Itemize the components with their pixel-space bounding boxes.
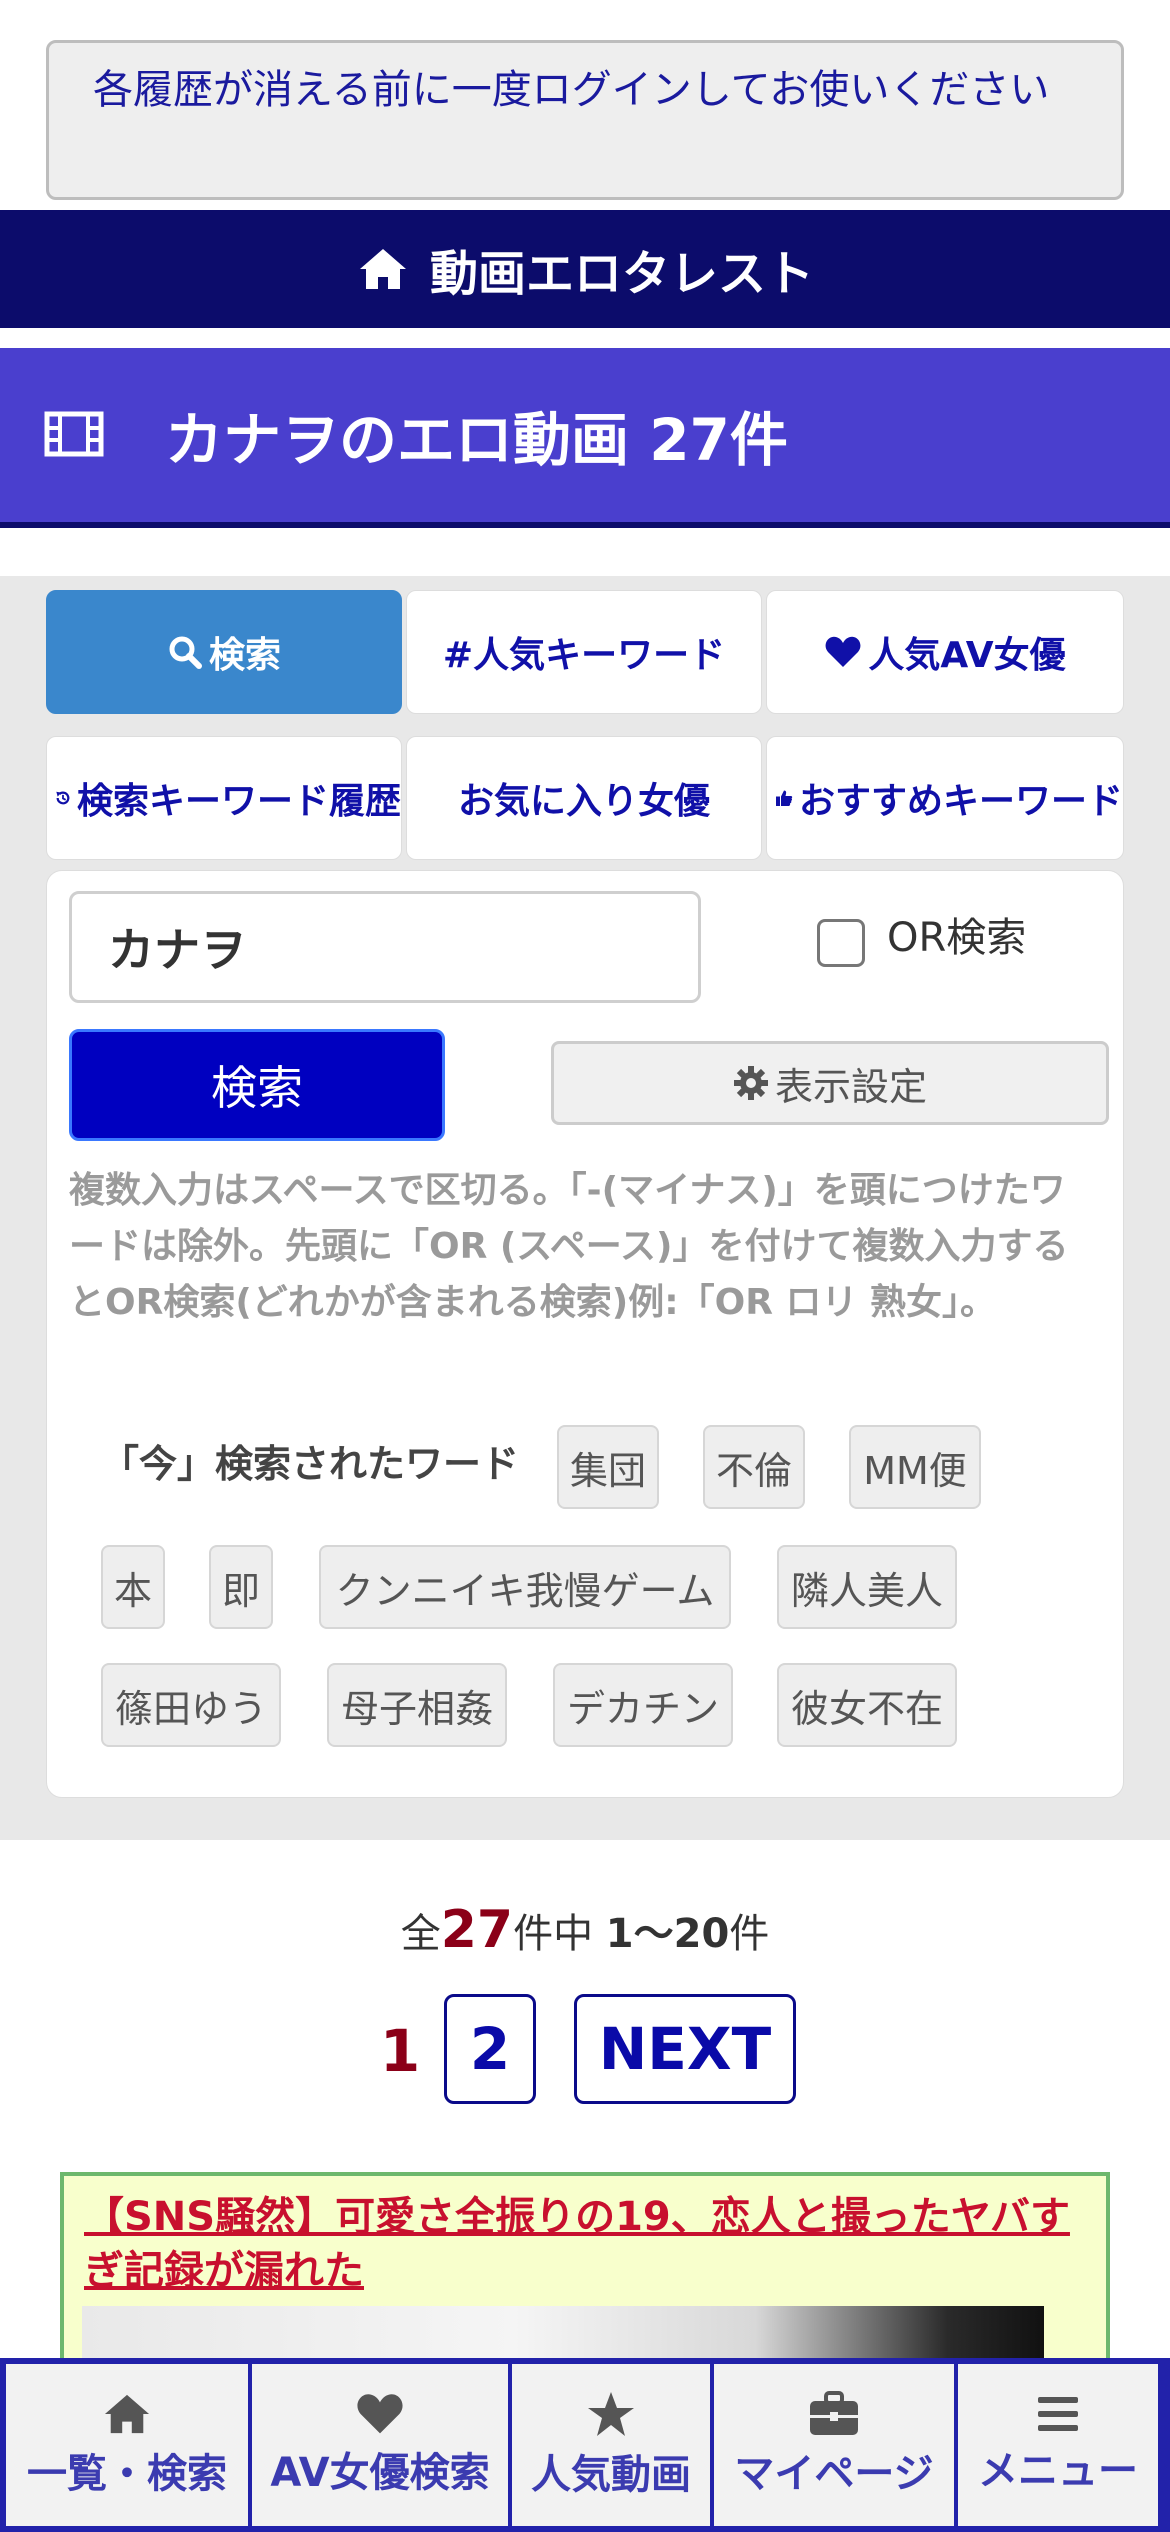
- trending-keyword[interactable]: 即: [209, 1545, 273, 1629]
- tab-popular-keywords[interactable]: #人気キーワード: [406, 590, 762, 714]
- heart-icon: [357, 2394, 403, 2434]
- trending-keyword[interactable]: MM便: [849, 1425, 981, 1509]
- total-count: 27: [440, 1900, 514, 1960]
- pager-current-page: 1: [379, 2017, 421, 2085]
- home-icon: [359, 249, 406, 289]
- page-title-band: カナヲのエロ動画 27件: [0, 348, 1170, 528]
- trending-keyword[interactable]: 本: [101, 1545, 165, 1629]
- tab-recommended-keywords[interactable]: おすすめキーワード: [766, 736, 1124, 860]
- result-count: 全27件中 1〜20件: [400, 1900, 770, 1960]
- trending-keyword[interactable]: 彼女不在: [777, 1663, 957, 1747]
- login-notice: 各履歴が消える前に一度ログインしてお使いください: [46, 40, 1124, 200]
- trending-keyword[interactable]: 篠田ゆう: [101, 1663, 281, 1747]
- ad-title[interactable]: 【SNS騒然】可愛さ全振りの19、恋人と撮ったヤバすぎ記録が漏れた: [84, 2190, 1084, 2298]
- display-settings-button[interactable]: 表示設定: [551, 1041, 1109, 1125]
- site-title: 動画エロタレスト: [429, 246, 814, 302]
- trending-keyword[interactable]: 不倫: [703, 1425, 805, 1509]
- pager-next-button[interactable]: NEXT: [574, 1994, 796, 2104]
- nav-list-search[interactable]: 一覧・検索: [6, 2364, 248, 2526]
- briefcase-icon: [810, 2391, 858, 2435]
- trending-keyword[interactable]: 母子相姦: [327, 1663, 507, 1747]
- trending-keyword[interactable]: 隣人美人: [777, 1545, 957, 1629]
- nav-popular-videos[interactable]: 人気動画: [512, 2364, 710, 2526]
- search-input[interactable]: [69, 891, 701, 1003]
- or-search-checkbox[interactable]: [817, 919, 865, 967]
- result-range: 1〜20: [605, 1911, 730, 1957]
- or-search-toggle[interactable]: OR検索: [817, 901, 1026, 967]
- star-icon: [588, 2392, 634, 2436]
- trending-keyword[interactable]: 集団: [557, 1425, 659, 1509]
- trending-label: 「今」検索されたワード: [101, 1442, 520, 1486]
- nav-actress-search[interactable]: AV女優検索: [252, 2364, 508, 2526]
- trending-keyword[interactable]: クンニイキ我慢ゲーム: [319, 1545, 731, 1629]
- search-panel: OR検索 検索 表示設定 複数入力はスペースで区切る。「-(マイナス)」を頭につ…: [46, 870, 1124, 1798]
- menu-icon: [1038, 2397, 1078, 2431]
- tab-favorite-actresses[interactable]: お気に入り女優: [406, 736, 762, 860]
- pager-page-2[interactable]: 2: [444, 1994, 536, 2104]
- site-header[interactable]: 動画エロタレスト: [0, 210, 1170, 328]
- login-notice-text: 各履歴が消える前に一度ログインしてお使いください: [93, 67, 1050, 113]
- search-button[interactable]: 検索: [69, 1029, 445, 1141]
- trending-keyword[interactable]: デカチン: [553, 1663, 733, 1747]
- or-search-label: OR検索: [887, 915, 1027, 961]
- tab-search[interactable]: 検索: [46, 590, 402, 714]
- search-icon: [169, 636, 202, 669]
- thumbs-up-icon: [775, 790, 793, 806]
- film-icon: [44, 411, 104, 457]
- tab-search-history[interactable]: 検索キーワード履歴: [46, 736, 402, 860]
- heart-icon: [825, 636, 861, 667]
- history-icon: [56, 791, 70, 805]
- gear-icon: [733, 1066, 768, 1100]
- nav-my-page[interactable]: マイページ: [714, 2364, 954, 2526]
- nav-menu[interactable]: メニュー: [958, 2364, 1158, 2526]
- page-title: カナヲのエロ動画 27件: [165, 406, 788, 474]
- home-icon: [104, 2394, 150, 2434]
- search-help-text: 複数入力はスペースで区切る。「-(マイナス)」を頭につけたワードは除外。先頭に「…: [69, 1170, 1069, 1323]
- tab-popular-actresses[interactable]: 人気AV女優: [766, 590, 1124, 714]
- bottom-nav: 一覧・検索 AV女優検索 人気動画 マイページ メニュー: [0, 2358, 1170, 2532]
